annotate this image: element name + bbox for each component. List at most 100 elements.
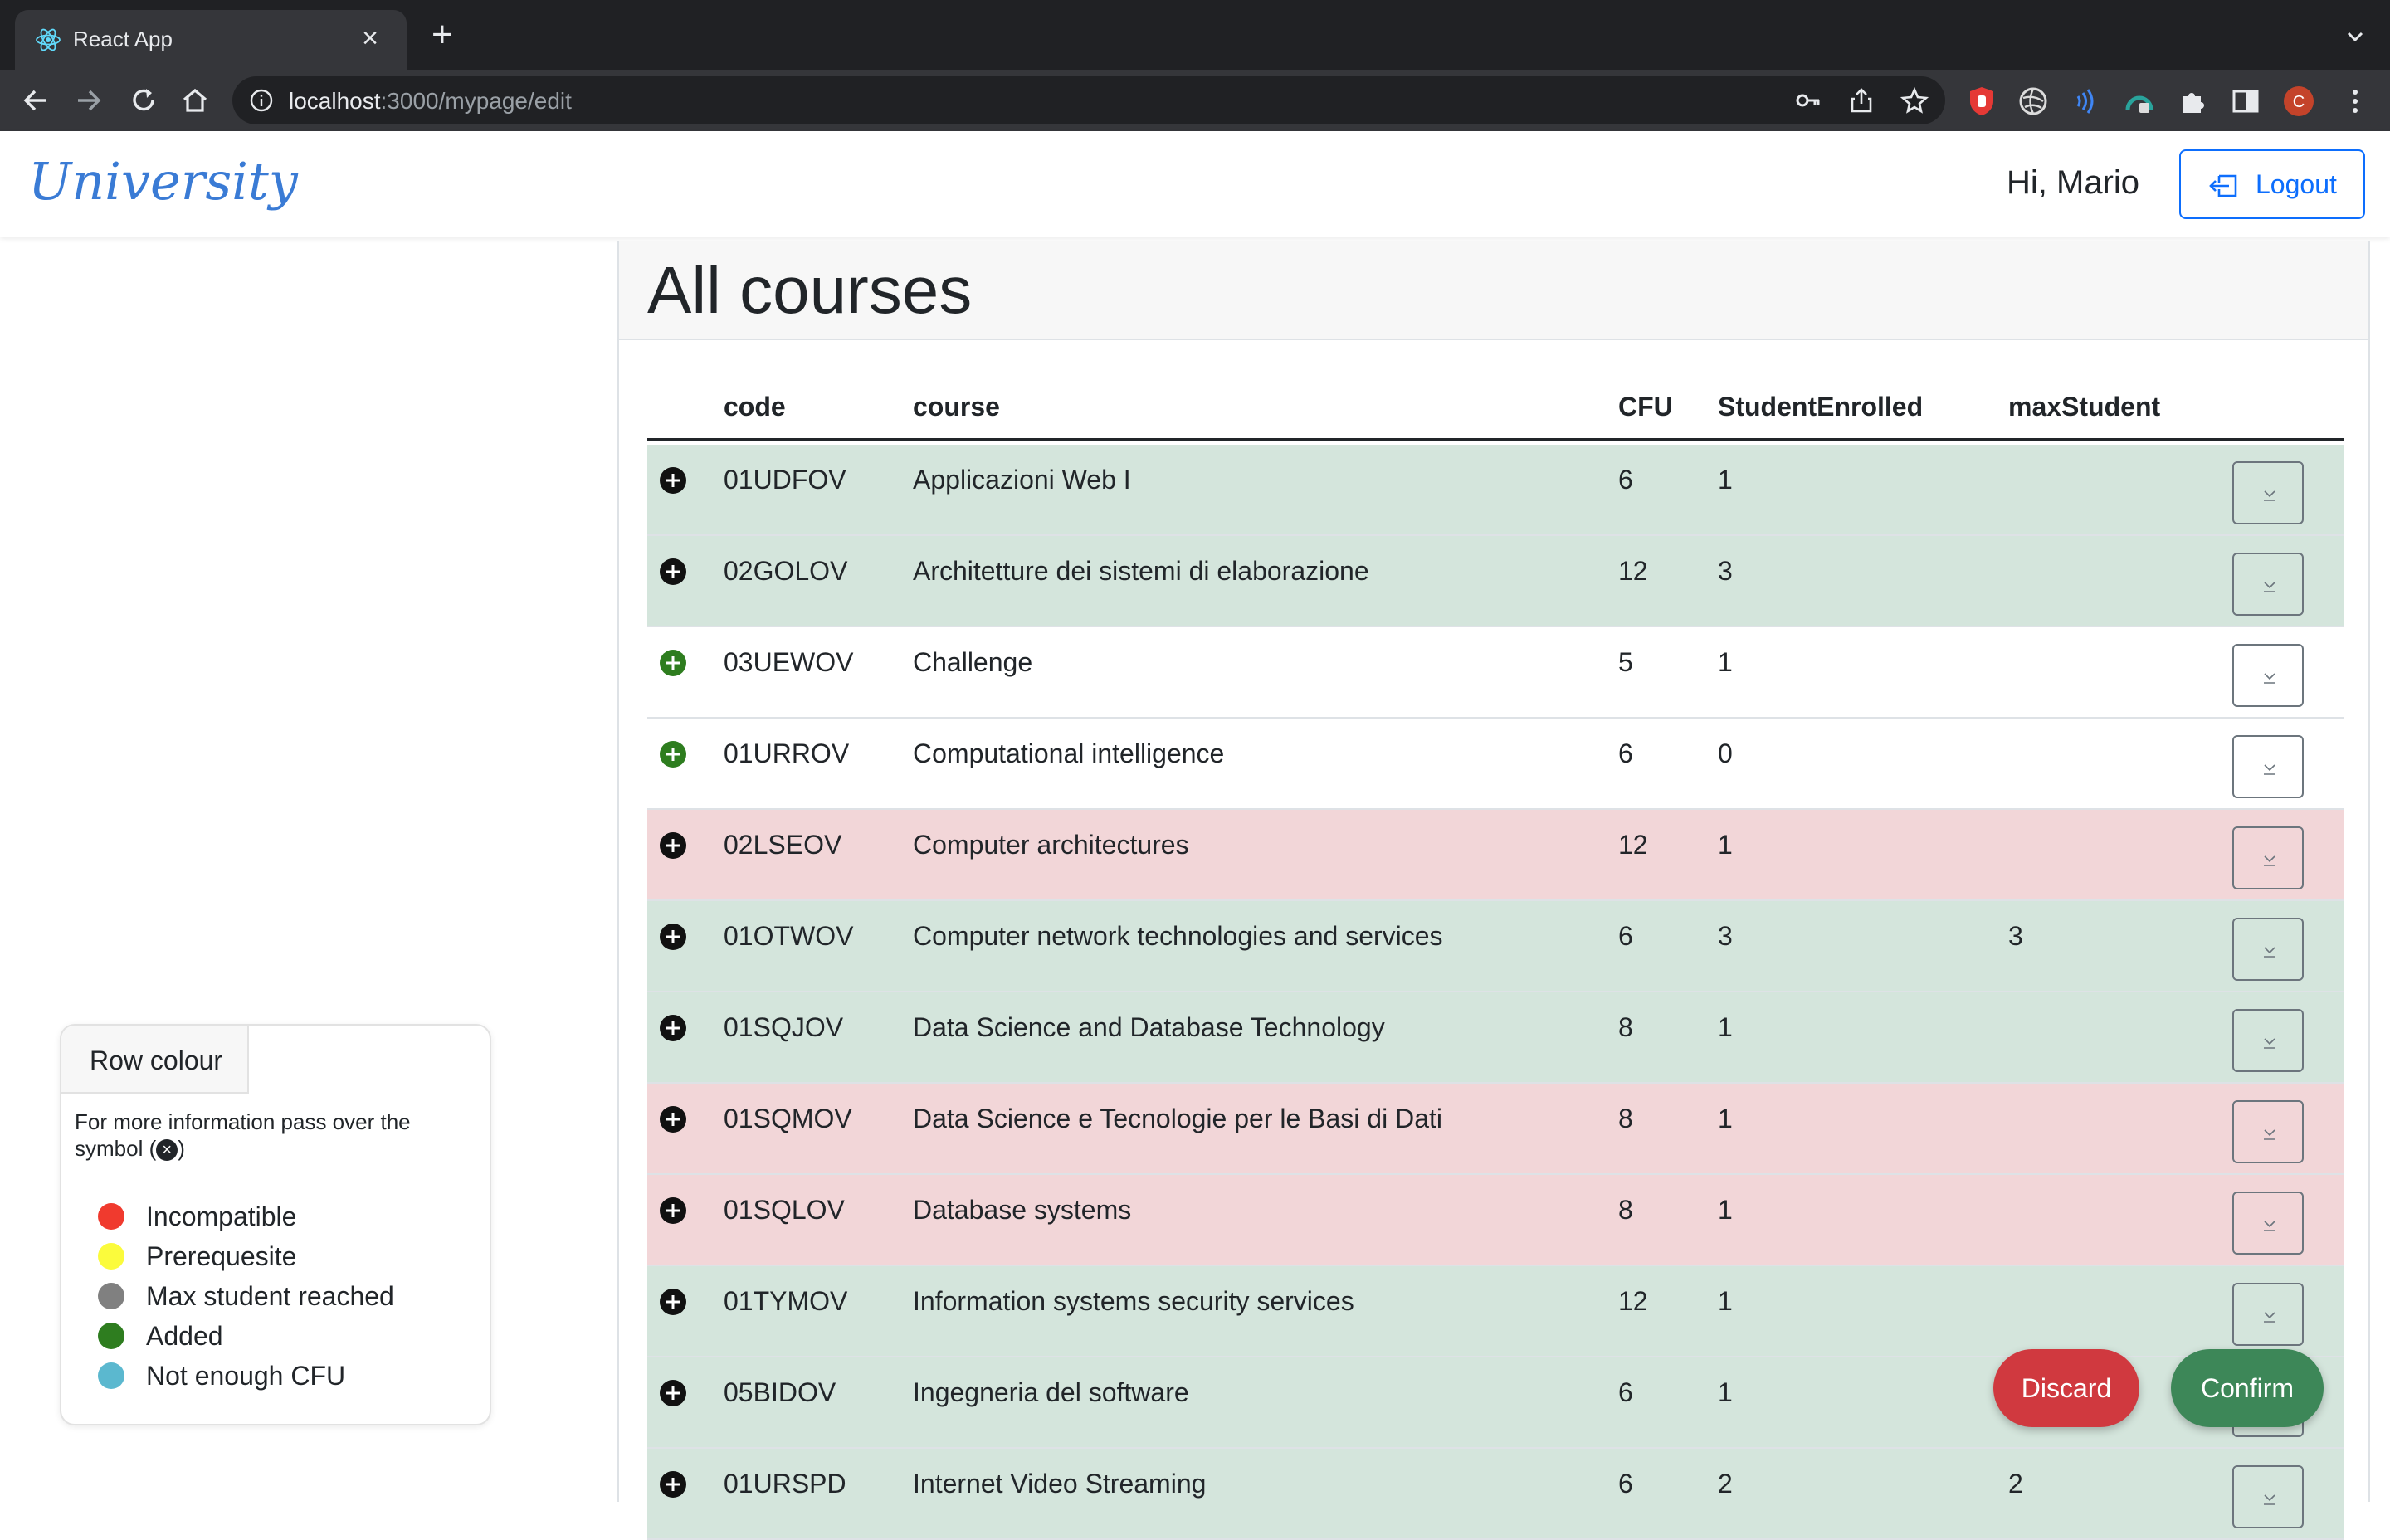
expand-row-button[interactable] [2232,1465,2304,1528]
cell-enrolled: 2 [1718,1469,1733,1499]
add-course-plus-icon[interactable] [659,1379,687,1407]
add-course-plus-icon[interactable] [659,1105,687,1133]
cell-course: Applicazioni Web I [913,465,1131,495]
speed-extension-icon[interactable] [2123,85,2156,118]
site-info-icon[interactable] [249,88,274,113]
adblock-extension-icon[interactable] [1965,85,1998,118]
legend-color-dot [98,1362,124,1389]
legend-item-label: Max student reached [146,1281,394,1311]
cell-cfu: 12 [1618,1286,1648,1316]
chevron-down-icon [2264,490,2275,501]
cell-cfu: 6 [1618,1377,1633,1407]
sound-extension-icon[interactable] [2070,85,2103,118]
add-course-plus-icon[interactable] [659,740,687,768]
close-circle-icon: × [156,1139,178,1162]
table-row: 02LSEOV Computer architectures 12 1 [647,810,2344,901]
expand-row-button[interactable] [2232,735,2304,798]
add-course-plus-icon[interactable] [659,1196,687,1225]
table-row: 01UDFOV Applicazioni Web I 6 1 [647,445,2344,536]
expand-row-button[interactable] [2232,1192,2304,1255]
cell-cfu: 8 [1618,1195,1633,1225]
tab-search-chevron-icon[interactable] [2340,22,2370,51]
add-course-plus-icon[interactable] [659,923,687,951]
table-row: 01SQJOV Data Science and Database Technol… [647,992,2344,1084]
expand-row-button[interactable] [2232,918,2304,981]
add-course-plus-icon[interactable] [659,831,687,860]
logout-icon [2209,174,2237,197]
chevron-down-icon [2264,1312,2275,1323]
forward-arrow-icon[interactable] [71,83,106,118]
table-row: 01SQMOV Data Science e Tecnologie per le … [647,1084,2344,1175]
legend-header: Row colour [61,1026,249,1094]
table-row: 01URSPD Internet Video Streaming 6 2 2 [647,1449,2344,1540]
cell-code: 01UDFOV [724,465,846,495]
table-row: 03UEWOV Challenge 5 1 [647,627,2344,719]
legend-hint: For more information pass over the symbo… [75,1109,411,1162]
tab-close-icon[interactable]: × [362,22,378,55]
browser-menu-icon[interactable] [2339,85,2372,118]
cell-max: 2 [2008,1469,2023,1499]
back-arrow-icon[interactable] [18,83,53,118]
cell-code: 02GOLOV [724,556,848,586]
home-icon[interactable] [178,83,212,118]
cell-course: Ingegneria del software [913,1377,1189,1407]
table-row: 01URROV Computational intelligence 6 0 [647,719,2344,810]
cell-enrolled: 1 [1718,465,1733,495]
cell-code: 01URROV [724,738,850,768]
cell-code: 02LSEOV [724,830,842,860]
chevron-down-icon [2264,947,2275,958]
expand-row-button[interactable] [2232,826,2304,889]
legend-item-label: Not enough CFU [146,1361,346,1391]
add-course-plus-icon[interactable] [659,1288,687,1316]
logout-button[interactable]: Logout [2179,149,2365,219]
table-row: 01SQLOV Database systems 8 1 [647,1175,2344,1266]
bookmark-star-icon[interactable] [1900,86,1929,115]
legend-color-dot [98,1283,124,1309]
column-header-max: maxStudent [2008,392,2161,422]
column-header-cfu: CFU [1618,392,1673,422]
chevron-down-icon [2264,764,2275,775]
cell-course: Computational intelligence [913,738,1225,768]
card-header: All courses [619,241,2368,340]
chevron-down-icon [2264,1494,2275,1505]
cell-cfu: 6 [1618,465,1633,495]
side-panel-icon[interactable] [2229,85,2262,118]
profile-avatar-icon[interactable]: C [2282,85,2315,118]
reload-icon[interactable] [126,83,161,118]
cell-cfu: 12 [1618,830,1648,860]
cell-enrolled: 1 [1718,1012,1733,1042]
browser-tab[interactable]: React App × [15,10,407,70]
cell-course: Computer architectures [913,830,1189,860]
courses-card: All courses code course CFU StudentEnrol… [617,241,2370,1540]
expand-row-button[interactable] [2232,1283,2304,1346]
add-course-plus-icon[interactable] [659,558,687,586]
extensions-puzzle-icon[interactable] [2176,85,2209,118]
new-tab-icon[interactable]: + [432,17,453,53]
add-course-plus-icon[interactable] [659,1014,687,1042]
cell-enrolled: 1 [1718,1195,1733,1225]
brand-logo[interactable]: University [28,151,298,212]
share-icon[interactable] [1847,86,1875,115]
expand-row-button[interactable] [2232,1100,2304,1163]
legend-item-label: Incompatible [146,1201,297,1231]
key-icon[interactable] [1794,86,1822,115]
chevron-down-icon [2264,1038,2275,1049]
expand-row-button[interactable] [2232,1009,2304,1072]
expand-row-button[interactable] [2232,553,2304,616]
globe-extension-icon[interactable] [2017,85,2050,118]
legend-title: Row colour [90,1045,223,1075]
add-course-plus-icon[interactable] [659,1470,687,1499]
discard-button[interactable]: Discard [1993,1349,2139,1427]
table-row: 01OTWOV Computer network technologies and… [647,901,2344,992]
legend-item-label: Added [146,1321,223,1351]
cell-code: 01SQLOV [724,1195,845,1225]
chevron-down-icon [2264,582,2275,592]
expand-row-button[interactable] [2232,644,2304,707]
add-course-plus-icon[interactable] [659,466,687,495]
cell-enrolled: 0 [1718,738,1733,768]
add-course-plus-icon[interactable] [659,649,687,677]
expand-row-button[interactable] [2232,461,2304,524]
address-bar[interactable]: localhost:3000/mypage/edit [232,76,1945,124]
confirm-button[interactable]: Confirm [2171,1349,2324,1427]
cell-course: Information systems security services [913,1286,1354,1316]
